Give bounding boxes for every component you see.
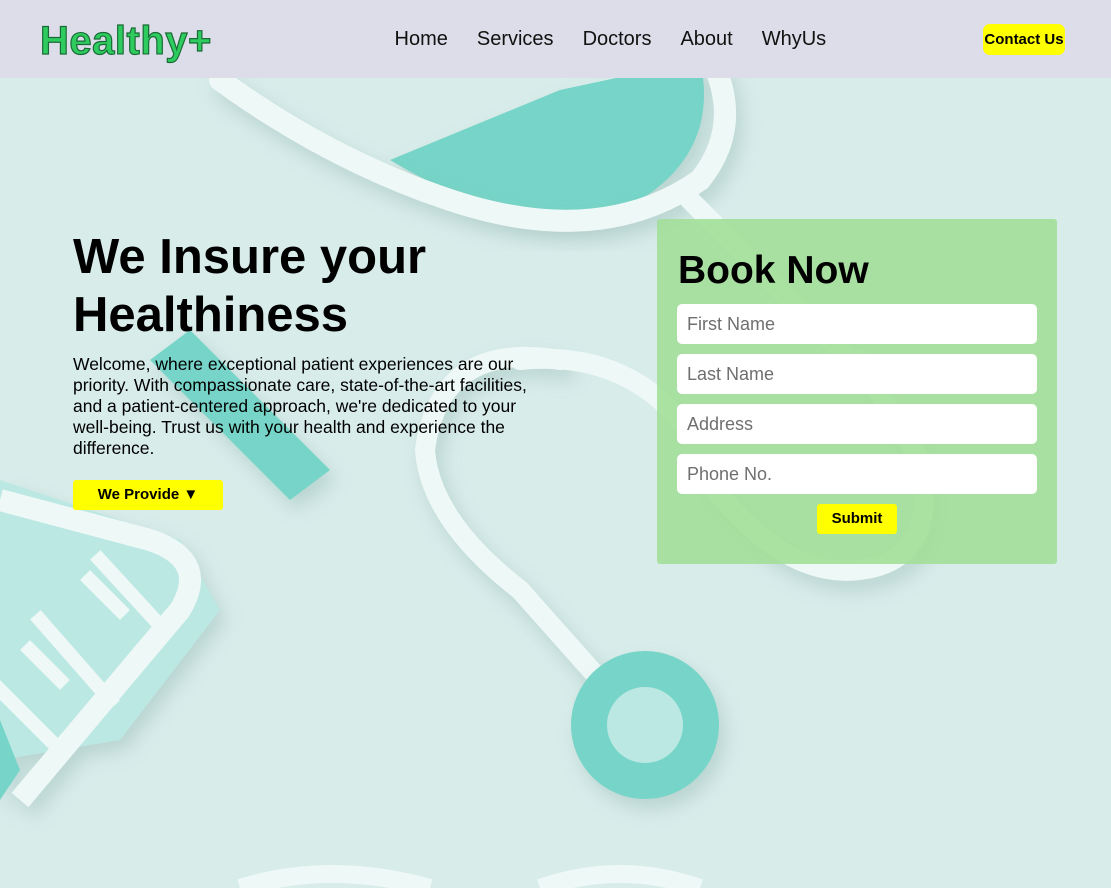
nav-link-services[interactable]: Services bbox=[462, 26, 568, 52]
nav-link-doctors[interactable]: Doctors bbox=[568, 26, 666, 52]
phone-input[interactable] bbox=[677, 454, 1037, 494]
brand-logo[interactable]: Healthy+ bbox=[39, 18, 212, 64]
we-provide-dropdown-button[interactable]: We Provide ▼ bbox=[73, 480, 223, 510]
last-name-input[interactable] bbox=[677, 354, 1037, 394]
first-name-input[interactable] bbox=[677, 304, 1037, 344]
contact-us-button[interactable]: Contact Us bbox=[983, 24, 1065, 55]
main-nav: Home Services Doctors About WhyUs bbox=[380, 26, 841, 52]
submit-button[interactable]: Submit bbox=[817, 504, 897, 534]
nav-link-home[interactable]: Home bbox=[380, 26, 462, 52]
hero-description: Welcome, where exceptional patient exper… bbox=[73, 354, 527, 458]
address-input[interactable] bbox=[677, 404, 1037, 444]
top-navbar: Healthy+ Home Services Doctors About Why… bbox=[0, 0, 1111, 78]
nav-link-whyus[interactable]: WhyUs bbox=[747, 26, 840, 52]
hero-title-line-2: Healthiness bbox=[73, 288, 349, 342]
book-now-form: Book Now Submit bbox=[657, 219, 1057, 564]
book-now-title: Book Now bbox=[678, 249, 869, 292]
nav-link-about[interactable]: About bbox=[666, 26, 747, 52]
hero-title-line-1: We Insure your bbox=[73, 230, 427, 284]
hero-title: We Insure your Healthiness bbox=[73, 228, 553, 344]
